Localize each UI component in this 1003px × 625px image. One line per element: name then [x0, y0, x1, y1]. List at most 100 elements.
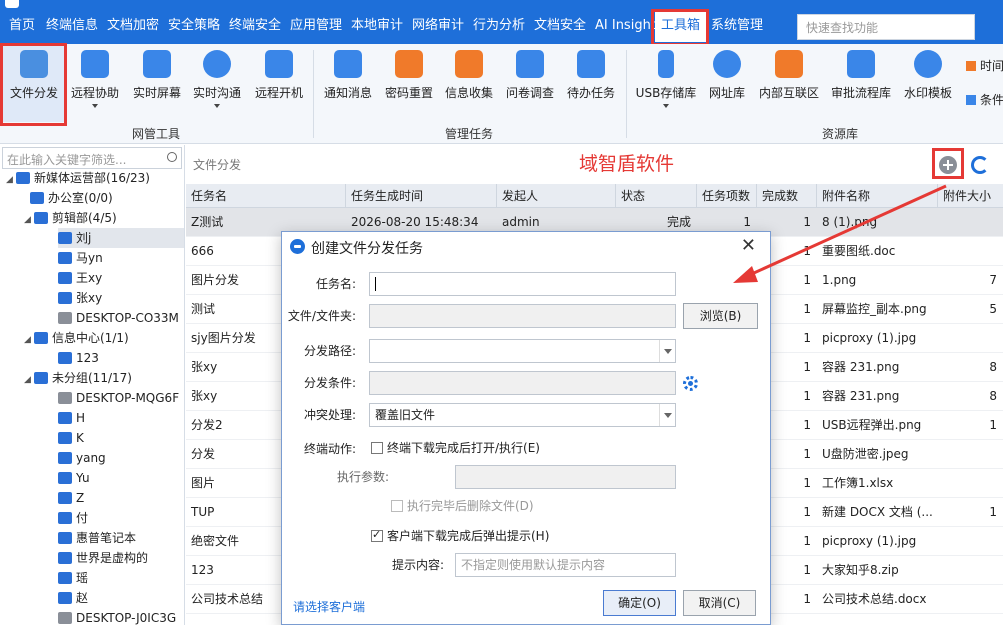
task-name-input[interactable] — [369, 272, 676, 296]
computer-icon — [58, 572, 72, 584]
tree-computer-node[interactable]: 张xy — [58, 288, 102, 308]
tree-group-node[interactable]: ◢ 新媒体运营部(16/23) — [6, 168, 150, 188]
col-header-items[interactable]: 任务项数 — [697, 184, 757, 208]
tree-node-label: yang — [76, 451, 106, 465]
live-chat-button[interactable]: 实时沟通 — [188, 46, 246, 122]
menu-behavior-analysis[interactable]: 行为分析 — [473, 17, 525, 35]
delete-after-exec-checkbox[interactable] — [391, 500, 403, 512]
intranet-zone-button[interactable]: 内部互联区 — [754, 46, 824, 122]
menu-terminal-info[interactable]: 终端信息 — [46, 17, 98, 35]
gear-icon[interactable] — [683, 376, 698, 391]
tree-computer-node[interactable]: 世界是虚构的 — [58, 548, 148, 568]
tree-computer-node[interactable]: DESKTOP-CO33M — [58, 308, 179, 328]
browse-button[interactable]: 浏览(B) — [683, 303, 758, 329]
tree-computer-node[interactable]: H — [58, 408, 85, 428]
computer-offline-icon — [58, 312, 72, 324]
collapse-triangle-icon[interactable]: ◢ — [24, 370, 34, 390]
conflict-select[interactable]: 覆盖旧文件 — [369, 403, 676, 427]
quick-search-input[interactable]: 快速查找功能 — [797, 14, 975, 40]
tree-computer-node[interactable]: 赵 — [58, 588, 88, 608]
file-distribute-button[interactable]: 文件分发 — [2, 46, 66, 122]
tree-computer-node[interactable]: 王xy — [58, 268, 102, 288]
tree-computer-node[interactable]: 付 — [58, 508, 88, 528]
tree-computer-node[interactable]: yang — [58, 448, 106, 468]
tree-node-label: Yu — [76, 471, 90, 485]
file-distribute-label: 文件分发 — [9, 86, 58, 100]
todo-task-button[interactable]: 待办任务 — [562, 46, 620, 122]
tree-node-label: 惠普笔记本 — [76, 531, 137, 545]
collapse-triangle-icon[interactable]: ◢ — [24, 330, 34, 350]
refresh-icon[interactable] — [971, 156, 989, 174]
tree-computer-node[interactable]: DESKTOP-J0IC3G — [58, 608, 176, 625]
tree-computer-node[interactable]: 惠普笔记本 — [58, 528, 136, 548]
col-header-attachment-size[interactable]: 附件大小 — [938, 184, 1003, 208]
tree-computer-node[interactable]: 刘j — [58, 228, 184, 248]
menu-security-policy[interactable]: 安全策略 — [168, 17, 220, 35]
condition-library-item[interactable]: 条件 — [966, 91, 1003, 108]
tree-computer-node[interactable]: K — [58, 428, 84, 448]
menu-doc-security[interactable]: 文档安全 — [534, 17, 586, 35]
select-clients-link[interactable]: 请选择客户端 — [293, 598, 365, 615]
time-library-item[interactable]: 时间 — [966, 57, 1003, 74]
tree-node-label: DESKTOP-J0IC3G — [76, 611, 177, 625]
notify-message-button[interactable]: 通知消息 — [318, 46, 378, 122]
col-header-done[interactable]: 完成数 — [757, 184, 817, 208]
distribute-condition-input[interactable] — [369, 371, 676, 395]
menu-doc-encrypt[interactable]: 文档加密 — [107, 17, 159, 35]
tree-group-node[interactable]: ◢ 信息中心(1/1) — [24, 328, 129, 348]
collapse-triangle-icon[interactable]: ◢ — [6, 170, 16, 190]
collapse-triangle-icon[interactable]: ◢ — [24, 210, 34, 230]
menu-terminal-security[interactable]: 终端安全 — [229, 17, 281, 35]
col-header-status[interactable]: 状态 — [616, 184, 697, 208]
tree-computer-node[interactable]: 马yn — [58, 248, 103, 268]
col-header-created-time[interactable]: 任务生成时间 — [346, 184, 497, 208]
menu-system-management[interactable]: 系统管理 — [711, 17, 763, 35]
url-library-button[interactable]: 网址库 — [702, 46, 752, 122]
watermark-template-button[interactable]: 水印模板 — [898, 46, 958, 122]
tree-computer-node[interactable]: 123 — [58, 348, 99, 368]
computer-icon — [58, 512, 72, 524]
live-chat-label: 实时沟通 — [192, 86, 241, 100]
chevron-down-icon[interactable] — [659, 340, 675, 362]
tip-content-input[interactable]: 不指定则使用默认提示内容 — [455, 553, 676, 577]
tree-group-node[interactable]: 办公室(0/0) — [30, 188, 113, 208]
add-task-icon[interactable] — [939, 156, 957, 174]
menu-toolbox[interactable]: 工具箱 — [655, 10, 707, 42]
menu-home[interactable]: 首页 — [9, 17, 35, 35]
table-cell-size — [938, 208, 1003, 237]
usb-storage-button[interactable]: USB存储库 — [632, 46, 700, 122]
cancel-button[interactable]: 取消(C) — [683, 590, 756, 616]
tree-computer-node[interactable]: 瑶 — [58, 568, 88, 588]
menu-app-management[interactable]: 应用管理 — [290, 17, 342, 35]
open-after-download-checkbox[interactable] — [371, 442, 383, 454]
remote-boot-button[interactable]: 远程开机 — [250, 46, 308, 122]
table-cell-attachment: 工作簿1.xlsx — [822, 476, 894, 490]
col-header-attachment[interactable]: 附件名称 — [817, 184, 938, 208]
remote-assist-button[interactable]: 远程协助 — [66, 46, 124, 122]
tree-computer-node[interactable]: Z — [58, 488, 84, 508]
col-header-initiator[interactable]: 发起人 — [497, 184, 616, 208]
chevron-down-icon[interactable] — [659, 404, 675, 426]
tree-computer-node[interactable]: DESKTOP-MQG6F — [58, 388, 179, 408]
tip-content-label: 提示内容: — [391, 558, 444, 572]
password-reset-button[interactable]: 密码重置 — [380, 46, 438, 122]
popup-tip-checkbox[interactable] — [371, 528, 383, 542]
tree-computer-node[interactable]: Yu — [58, 468, 90, 488]
approval-flow-button[interactable]: 审批流程库 — [826, 46, 896, 122]
info-collect-button[interactable]: 信息收集 — [440, 46, 498, 122]
ok-button[interactable]: 确定(O) — [603, 590, 676, 616]
col-header-task-name[interactable]: 任务名 — [186, 184, 346, 208]
distribute-path-select[interactable] — [369, 339, 676, 363]
menu-network-audit[interactable]: 网络审计 — [412, 17, 464, 35]
close-icon[interactable]: ✕ — [741, 236, 756, 256]
file-path-input[interactable] — [369, 304, 676, 328]
tree-group-node[interactable]: ◢ 剪辑部(4/5) — [24, 208, 117, 228]
questionnaire-button[interactable]: 问卷调查 — [501, 46, 559, 122]
menu-ai-insight[interactable]: AI Insight — [595, 17, 656, 35]
search-icon[interactable] — [167, 152, 177, 162]
tree-filter-input[interactable]: 在此输入关键字筛选... — [2, 147, 182, 169]
live-screen-button[interactable]: 实时屏幕 — [128, 46, 186, 122]
tree-group-node[interactable]: ◢ 未分组(11/17) — [24, 368, 132, 388]
menu-local-audit[interactable]: 本地审计 — [351, 17, 403, 35]
exec-params-input[interactable] — [455, 465, 676, 489]
